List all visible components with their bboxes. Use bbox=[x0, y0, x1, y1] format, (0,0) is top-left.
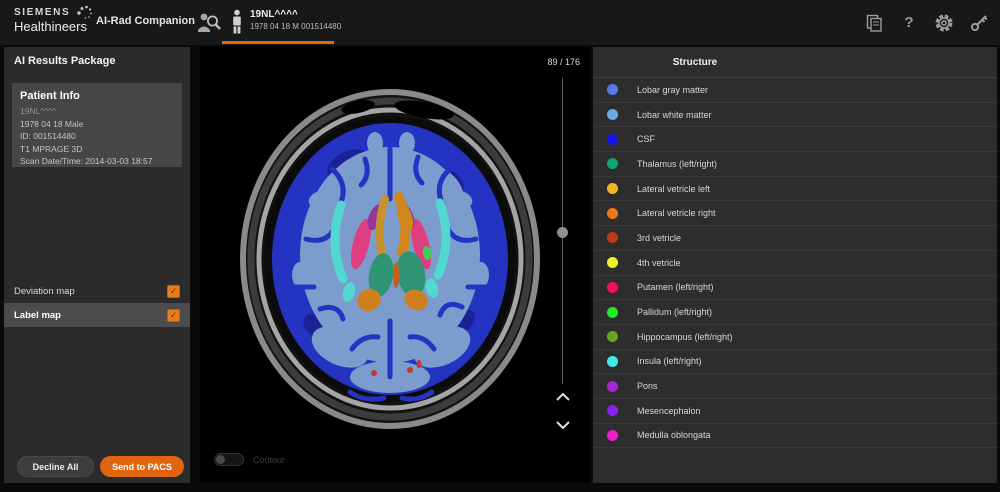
structure-label: Lateral vetricle left bbox=[637, 184, 710, 194]
structure-list: Lobar gray matter Lobar white matter CSF Th… bbox=[593, 78, 997, 448]
label-map-checkbox[interactable]: ✓ bbox=[167, 309, 180, 322]
structure-row[interactable]: Pons bbox=[593, 374, 997, 399]
structure-label: Lateral vetricle right bbox=[637, 208, 716, 218]
slice-indicator: 89 / 176 bbox=[547, 57, 580, 67]
structure-label: CSF bbox=[637, 134, 655, 144]
structure-row[interactable]: 4th vetricle bbox=[593, 251, 997, 276]
structure-label: Lobar gray matter bbox=[637, 85, 708, 95]
structure-label: 3rd vetricle bbox=[637, 233, 681, 243]
structure-color-dot bbox=[607, 282, 618, 293]
patient-info-id-line: 19NL^^^^ bbox=[20, 105, 174, 118]
structure-label: Thalamus (left/right) bbox=[637, 159, 717, 169]
structure-color-dot bbox=[607, 430, 618, 441]
structure-label: Putamen (left/right) bbox=[637, 282, 714, 292]
layer-row-deviation-map[interactable]: Deviation map ✓ bbox=[4, 280, 190, 303]
contour-label: Contour bbox=[253, 455, 285, 465]
brand-line2: Healthineers bbox=[14, 19, 87, 34]
help-icon[interactable]: ? bbox=[898, 12, 920, 34]
top-icon-group: ? bbox=[863, 0, 990, 45]
app-title: AI-Rad Companion bbox=[96, 15, 195, 27]
chevron-down-icon[interactable] bbox=[555, 420, 571, 430]
structure-row[interactable]: Lateral vetricle left bbox=[593, 177, 997, 202]
structure-row[interactable]: Mesencephalon bbox=[593, 399, 997, 424]
structure-row[interactable]: Lateral vetricle right bbox=[593, 201, 997, 226]
patient-info-scan-line: Scan Date/Time: 2014-03-03 18:57 bbox=[20, 155, 174, 168]
structure-label: Medulla oblongata bbox=[637, 430, 711, 440]
structure-row[interactable]: Hippocampus (left/right) bbox=[593, 325, 997, 350]
toggle-knob bbox=[216, 455, 225, 464]
structure-label: Hippocampus (left/right) bbox=[637, 332, 733, 342]
structure-row[interactable]: CSF bbox=[593, 127, 997, 152]
ai-rad-companion-app: SIEMENS Healthineers AI-Rad Companion bbox=[0, 0, 1000, 492]
sidebar-title: AI Results Package bbox=[14, 55, 116, 67]
send-to-pacs-button[interactable]: Send to PACS bbox=[100, 456, 184, 477]
report-icon[interactable] bbox=[863, 12, 885, 34]
layer-label: Deviation map bbox=[14, 286, 75, 297]
structure-label: Pons bbox=[637, 381, 658, 391]
patient-info-card: Patient Info 19NL^^^^ 1978 04 18 Male ID… bbox=[12, 83, 182, 167]
sidebar-button-row: Decline All Send to PACS bbox=[4, 456, 190, 477]
healthineers-spark-icon bbox=[76, 5, 94, 21]
slice-slider-handle[interactable] bbox=[557, 227, 568, 238]
structure-color-dot bbox=[607, 232, 618, 243]
layer-row-label-map[interactable]: Label map ✓ bbox=[4, 303, 190, 327]
structure-color-dot bbox=[607, 405, 618, 416]
patient-info-dob-line: 1978 04 18 Male bbox=[20, 118, 174, 131]
structure-color-dot bbox=[607, 356, 618, 367]
contour-toggle[interactable] bbox=[214, 453, 244, 466]
settings-gear-icon[interactable] bbox=[933, 12, 955, 34]
structure-color-dot bbox=[607, 208, 618, 219]
structure-row[interactable]: Lobar gray matter bbox=[593, 78, 997, 103]
structure-color-dot bbox=[607, 183, 618, 194]
patient-info-series-line: T1 MPRAGE 3D bbox=[20, 143, 174, 156]
active-tab-underline bbox=[222, 41, 334, 44]
patient-tab[interactable]: 19NL^^^^ 1978 04 18 M 001514480 bbox=[222, 0, 334, 45]
structure-label: 4th vetricle bbox=[637, 258, 681, 268]
structure-color-dot bbox=[607, 109, 618, 120]
patient-info-title: Patient Info bbox=[20, 90, 174, 102]
structure-color-dot bbox=[607, 84, 618, 95]
structure-color-dot bbox=[607, 134, 618, 145]
brain-mri-slice-canvas[interactable] bbox=[200, 47, 590, 483]
find-patient-icon[interactable] bbox=[196, 10, 222, 36]
structure-row[interactable]: Lobar white matter bbox=[593, 103, 997, 128]
structure-row[interactable]: Thalamus (left/right) bbox=[593, 152, 997, 177]
structure-color-dot bbox=[607, 158, 618, 169]
structure-row[interactable]: Insula (left/right) bbox=[593, 350, 997, 375]
image-viewer: 89 / 176 Contour bbox=[200, 47, 590, 483]
patient-tab-details: 1978 04 18 M 001514480 bbox=[250, 22, 341, 31]
structure-label: Pallidum (left/right) bbox=[637, 307, 712, 317]
structure-row[interactable]: Pallidum (left/right) bbox=[593, 300, 997, 325]
structure-panel: Structure Lobar gray matter Lobar white m… bbox=[593, 47, 997, 483]
ai-results-sidebar: AI Results Package Patient Info 19NL^^^^… bbox=[4, 47, 190, 483]
structure-column-header: Structure bbox=[593, 47, 797, 77]
structure-color-dot bbox=[607, 257, 618, 268]
structure-label: Insula (left/right) bbox=[637, 356, 702, 366]
deviation-map-checkbox[interactable]: ✓ bbox=[167, 285, 180, 298]
patient-tab-name: 19NL^^^^ bbox=[250, 9, 298, 20]
structure-row[interactable]: Medulla oblongata bbox=[593, 424, 997, 449]
chevron-up-icon[interactable] bbox=[555, 392, 571, 402]
patient-info-mrn-line: ID: 001514480 bbox=[20, 130, 174, 143]
service-key-icon[interactable] bbox=[968, 12, 990, 34]
structure-color-dot bbox=[607, 307, 618, 318]
contour-control: Contour bbox=[214, 453, 285, 466]
structure-row[interactable]: 3rd vetricle bbox=[593, 226, 997, 251]
structure-label: Lobar white matter bbox=[637, 110, 712, 120]
patient-icon bbox=[230, 9, 244, 35]
structure-label: Mesencephalon bbox=[637, 406, 701, 416]
structure-color-dot bbox=[607, 331, 618, 342]
structure-row[interactable]: Putamen (left/right) bbox=[593, 276, 997, 301]
structure-color-dot bbox=[607, 381, 618, 392]
decline-all-button[interactable]: Decline All bbox=[17, 456, 94, 477]
top-bar: SIEMENS Healthineers AI-Rad Companion bbox=[0, 0, 1000, 45]
layer-label: Label map bbox=[14, 310, 61, 321]
